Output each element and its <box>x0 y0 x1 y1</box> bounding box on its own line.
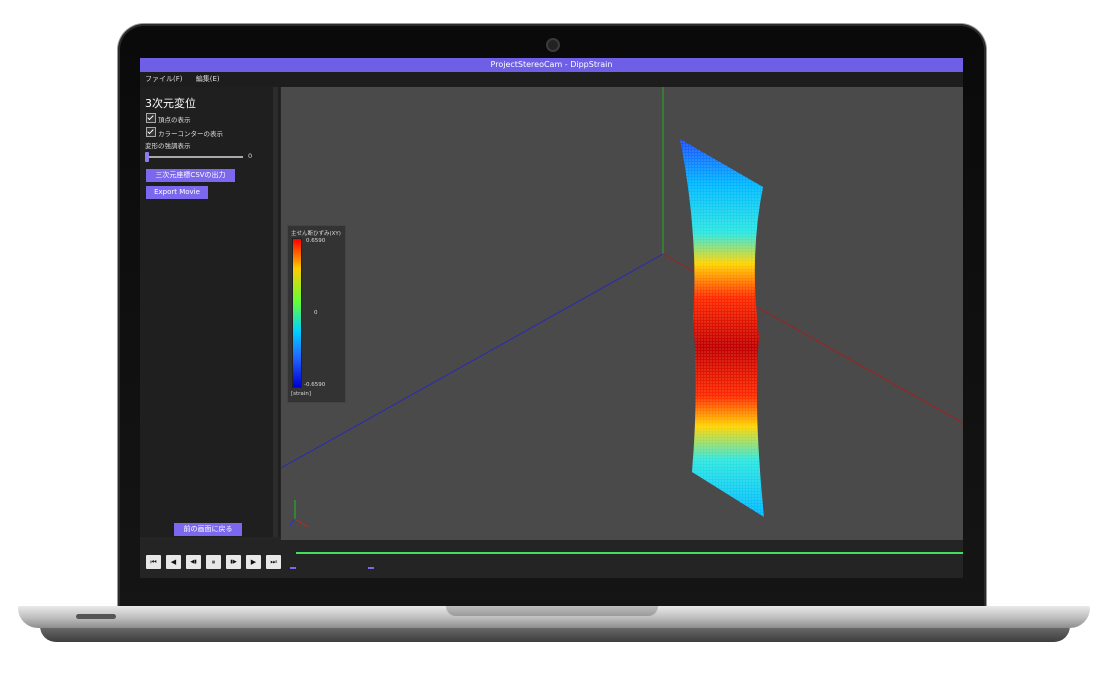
playback-bar: ⏮ ◀ ◀▮ ⏸ ▮▶ ▶ ⏭ <box>140 540 963 578</box>
step-back-button[interactable]: ◀▮ <box>186 555 201 569</box>
export-movie-button[interactable]: Export Movie <box>146 186 208 199</box>
window-title: ProjectStereoCam - DippStrain <box>140 58 963 72</box>
app-window: ProjectStereoCam - DippStrain ファイル(F) 編集… <box>140 58 963 578</box>
timeline-marker <box>368 567 374 569</box>
timeline-slider[interactable] <box>296 552 963 554</box>
deform-slider-value: 0 <box>248 152 253 160</box>
legend-title: 主せん断ひずみ(XY) <box>291 231 341 237</box>
panel-scrollbar[interactable] <box>273 87 278 537</box>
menu-edit[interactable]: 編集(E) <box>196 75 220 83</box>
last-frame-button[interactable]: ⏭ <box>266 555 281 569</box>
panel-title: 3次元変位 <box>145 97 196 110</box>
menu-bar: ファイル(F) 編集(E) <box>140 72 963 87</box>
gizmo-x <box>294 518 309 528</box>
prev-button[interactable]: ◀ <box>166 555 181 569</box>
legend-min: -0.6590 <box>304 382 326 388</box>
gizmo-z <box>289 518 296 526</box>
legend-max: 0.6590 <box>306 238 326 244</box>
scene-graphic <box>281 87 963 528</box>
step-forward-button[interactable]: ▮▶ <box>226 555 241 569</box>
deform-slider-track[interactable] <box>147 156 243 158</box>
laptop-base-shadow <box>40 626 1070 642</box>
first-frame-button[interactable]: ⏮ <box>146 555 161 569</box>
laptop-notch <box>446 606 658 616</box>
legend-mid: 0 <box>314 310 318 316</box>
export-csv-button[interactable]: 三次元座標CSVの出力 <box>146 169 235 182</box>
show-vertices-checkbox[interactable] <box>146 113 156 123</box>
legend-unit: [strain] <box>291 391 311 397</box>
color-legend: 主せん断ひずみ(XY) 0.6590 0 -0.6590 [strain] <box>287 225 346 403</box>
play-button[interactable]: ▶ <box>246 555 261 569</box>
timeline-marker <box>290 567 296 569</box>
pause-button[interactable]: ⏸ <box>206 555 221 569</box>
laptop-port <box>76 614 116 619</box>
legend-gradient-bar <box>292 238 302 388</box>
side-panel: 3次元変位 頂点の表示 カラーコンターの表示 変形の強調表示 0 三次元座標CS… <box>140 87 280 537</box>
show-vertices-label: 頂点の表示 <box>158 116 191 124</box>
show-contour-checkbox[interactable] <box>146 127 156 137</box>
3d-viewport[interactable]: 主せん断ひずみ(XY) 0.6590 0 -0.6590 [strain] <box>281 87 963 540</box>
show-contour-label: カラーコンターの表示 <box>158 130 223 138</box>
camera-icon <box>546 38 560 52</box>
vertex-points <box>680 139 764 517</box>
menu-file[interactable]: ファイル(F) <box>145 75 183 83</box>
deform-slider-label: 変形の強調表示 <box>145 142 191 150</box>
deform-slider-thumb[interactable] <box>145 152 149 162</box>
back-button[interactable]: 前の画面に戻る <box>174 523 242 536</box>
